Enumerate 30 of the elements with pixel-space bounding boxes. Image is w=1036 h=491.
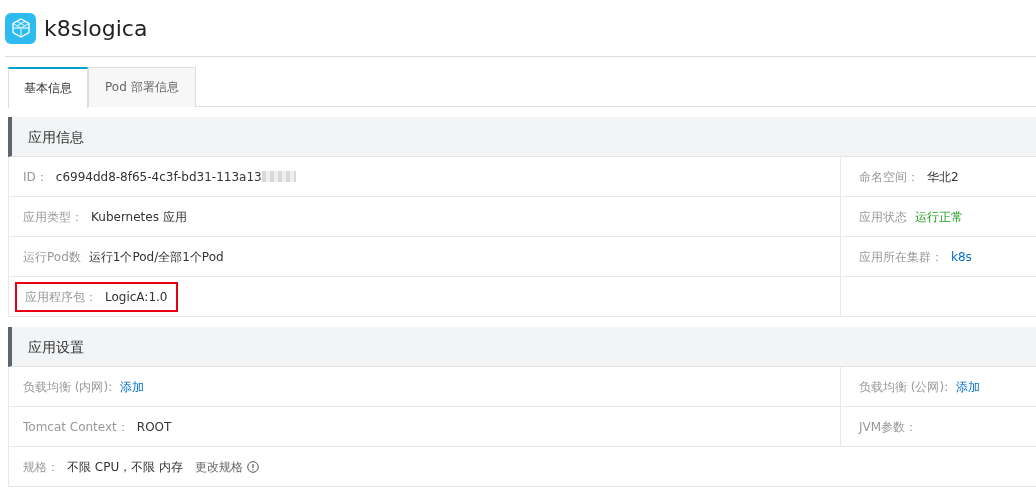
tab[interactable]: Pod 部署信息 [88,67,196,107]
field-value: LogicA:1.0 [105,288,168,306]
field-label: 应用所在集群： [859,248,943,266]
field-label: JVM参数： [859,418,918,436]
change-spec-link[interactable]: 更改规格 [195,457,244,476]
status-text: 运行正常 [915,208,963,226]
value-link[interactable]: 添加 [120,377,145,396]
field-value: ROOT [136,418,172,436]
app-title: k8slogica [44,14,148,43]
field-label: 应用状态 [859,208,907,226]
field-label: ID： [23,168,48,186]
field-value: Kubernetes 应用 [91,208,187,226]
field-label: 负载均衡 (内网): [23,378,113,396]
field-value: 华北2 [927,168,959,186]
field-value: 运行1个Pod/全部1个Pod [88,248,224,266]
field-label: 应用类型： [23,208,83,226]
field-label: 命名空间： [859,168,919,186]
field-label: Tomcat Context： [23,418,129,436]
field-value: 不限 CPU，不限 内存 [67,458,184,476]
value-link[interactable]: 添加 [956,377,981,396]
tab[interactable]: 基本信息 [8,67,88,108]
section-header: 应用信息 [8,117,1036,157]
field-value: c6994dd8-8f65-4c3f-bd31-113a13 [55,168,262,186]
value-link[interactable]: k8s [951,247,972,266]
field-label: 规格： [23,458,59,476]
cube-icon [5,12,36,44]
field-label: 应用程序包： [25,288,97,306]
field-label: 运行Pod数 [23,248,81,266]
section-header: 应用设置 [8,327,1036,367]
field-label: 负载均衡 (公网): [859,378,949,396]
